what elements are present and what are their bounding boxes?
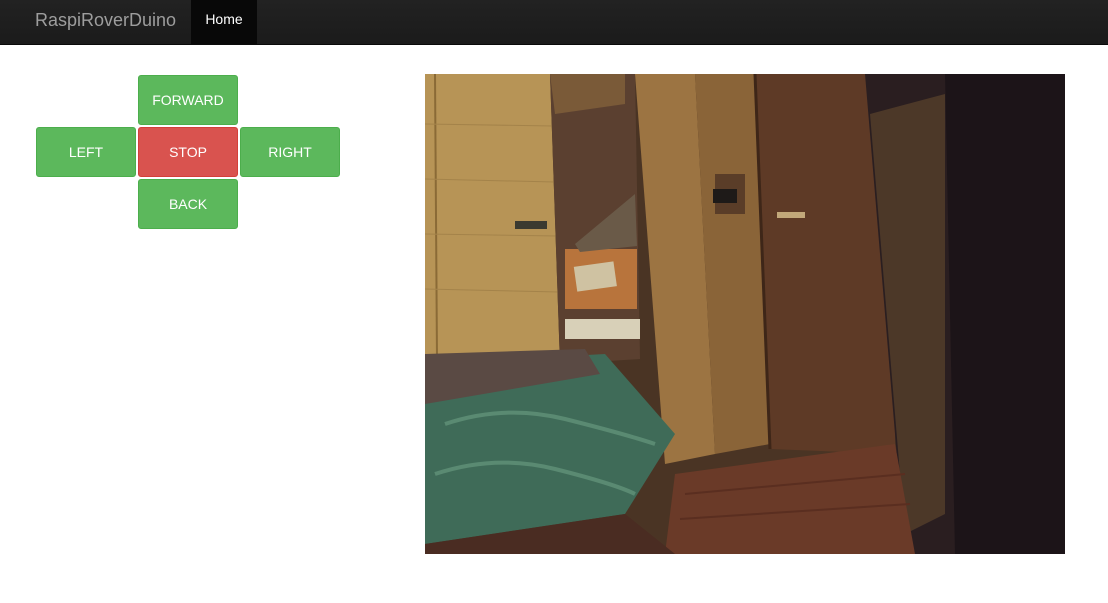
back-button[interactable]: BACK xyxy=(138,179,238,229)
camera-stream xyxy=(425,74,1065,554)
stop-button[interactable]: STOP xyxy=(138,127,238,177)
camera-frame-image xyxy=(425,74,1065,554)
left-button[interactable]: LEFT xyxy=(36,127,136,177)
navbar-brand[interactable]: RaspiRoverDuino xyxy=(35,9,176,31)
right-button[interactable]: RIGHT xyxy=(240,127,340,177)
navbar: RaspiRoverDuino Home xyxy=(0,0,1108,45)
nav-item-home[interactable]: Home xyxy=(191,0,257,44)
forward-button[interactable]: FORWARD xyxy=(138,75,238,125)
